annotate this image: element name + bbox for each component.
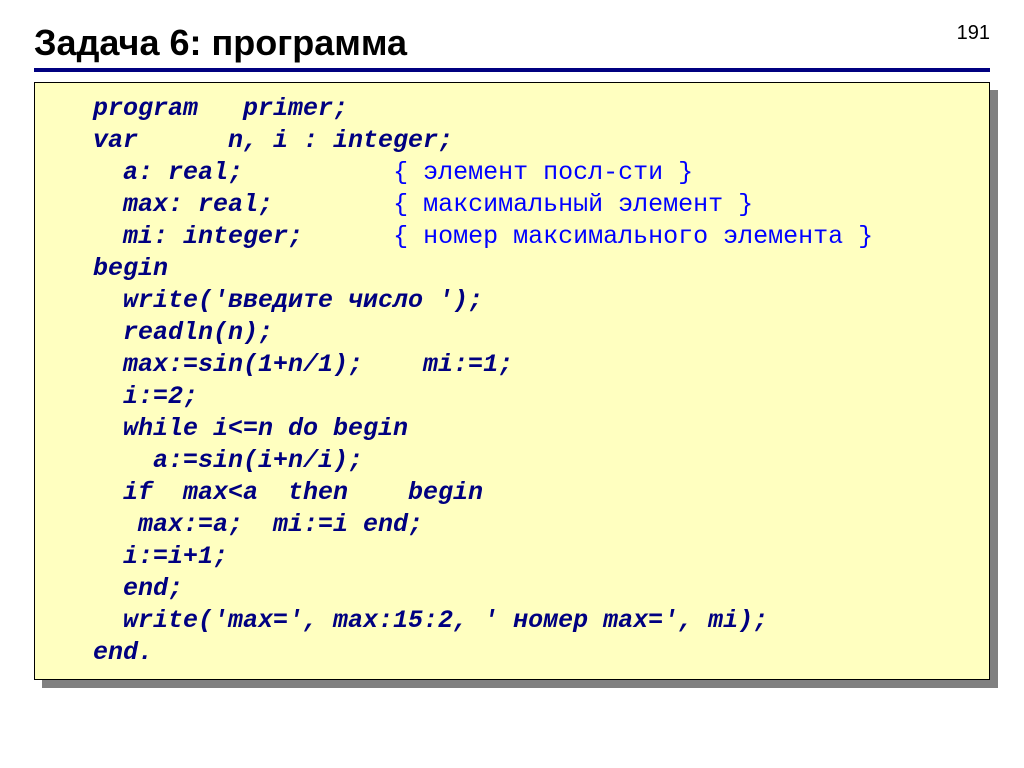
code-line: a: real; <box>93 158 243 187</box>
code-comment: { номер максимального элемента } <box>393 222 873 251</box>
code-line: max: real; <box>93 190 273 219</box>
slide: 191 Задача 6: программа program primer; … <box>0 0 1024 768</box>
title-underline <box>34 68 990 72</box>
slide-title: Задача 6: программа <box>34 22 990 66</box>
code-line: i:=i+1; <box>93 542 228 571</box>
code-container: program primer; var n, i : integer; a: r… <box>34 82 990 680</box>
code-line: a:=sin(i+n/i); <box>93 446 363 475</box>
code-line: end. <box>93 638 153 667</box>
code-line: readln(n); <box>93 318 273 347</box>
code-line: if max<a then begin <box>93 478 483 507</box>
code-line: mi: integer; <box>93 222 303 251</box>
code-line: write('max=', max:15:2, ' номер max=', m… <box>93 606 768 635</box>
code-line: write('введите число '); <box>93 286 483 315</box>
code-line: program primer; <box>93 94 348 123</box>
code-line: max:=a; mi:=i end; <box>93 510 423 539</box>
code-line: while i<=n do begin <box>93 414 408 443</box>
code-line: end; <box>93 574 183 603</box>
code-line: var n, i : integer; <box>93 126 453 155</box>
code-box: program primer; var n, i : integer; a: r… <box>34 82 990 680</box>
code-comment: { элемент посл-сти } <box>393 158 693 187</box>
code-line: max:=sin(1+n/1); mi:=1; <box>93 350 513 379</box>
code-line: begin <box>93 254 168 283</box>
page-number: 191 <box>957 22 990 45</box>
code-comment: { максимальный элемент } <box>393 190 753 219</box>
code-line: i:=2; <box>93 382 198 411</box>
